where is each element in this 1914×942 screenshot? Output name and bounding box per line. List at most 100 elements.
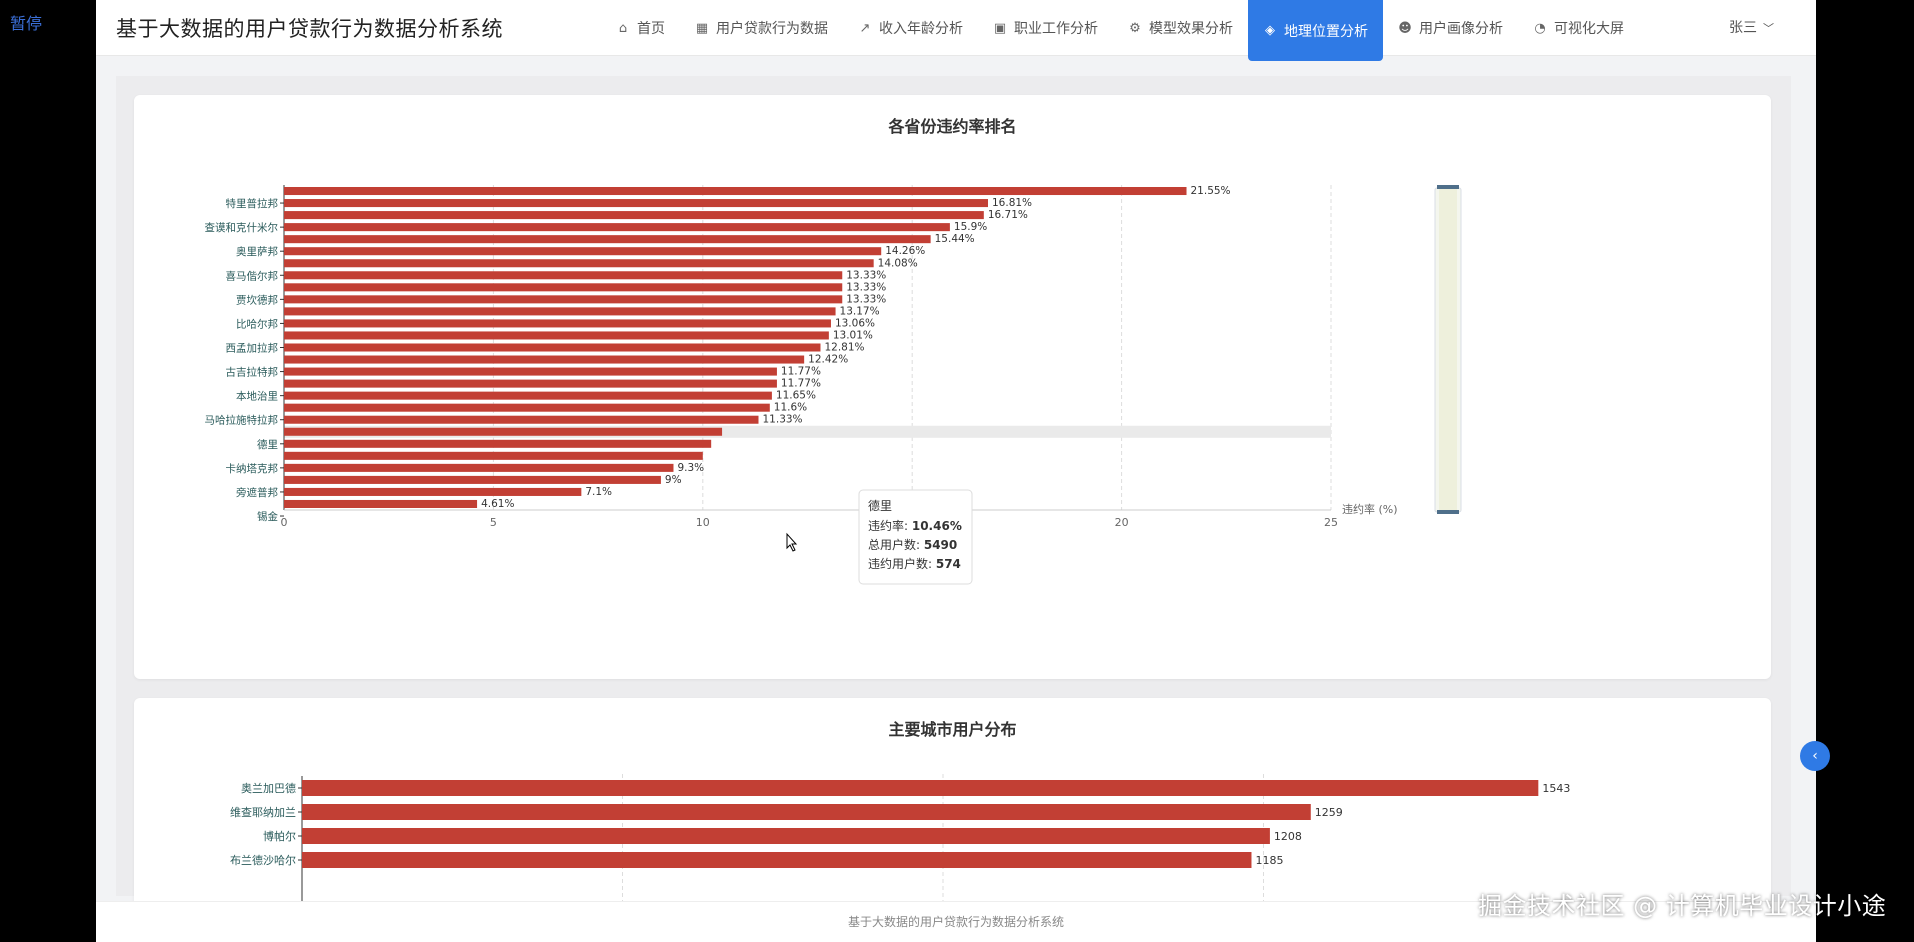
bar-value-label: 11.65% [776,390,816,402]
nav-item-5[interactable]: ◈ 地理位置分析 [1248,0,1383,61]
bar [284,271,843,280]
user-menu[interactable]: 张三 ﹀ [1729,17,1774,37]
bar [284,319,831,328]
tooltip-row-value: 10.46% [912,519,962,533]
nav-item-label: 首页 [637,21,665,37]
y-tick-label: 旁遮普邦 [236,486,278,499]
x-axis-name: 违约率 (%) [1342,502,1398,516]
province-default-rate-card: 各省份违约率排名 051015202521.55%16.81%16.71%15.… [134,95,1771,679]
y-tick-label: 布兰德沙哈尔 [230,853,296,867]
watermark: 掘金技术社区 @ 计算机毕业设计小途 [1478,892,1887,920]
x-tick-label: 10 [696,516,710,529]
line-chart-icon: ↗ [859,20,871,36]
bar-value-label: 4.61% [481,498,514,510]
bar-value-label: 16.81% [992,197,1032,209]
chevron-down-icon: ﹀ [1763,22,1774,35]
bar [302,804,1311,820]
bar [284,355,805,364]
bar-value-label: 14.08% [878,257,918,269]
y-tick-label: 维查耶纳加兰 [230,805,296,819]
bar-value-label: 9% [665,474,682,486]
pause-label[interactable]: 暂停 [10,10,42,34]
bar [284,247,882,256]
nav-item-label: 职业工作分析 [1014,21,1098,37]
y-tick-label: 锡金 [257,510,278,523]
y-tick-label: 查谟和克什米尔 [205,221,279,234]
nav-item-6[interactable]: ☻ 用户画像分析 [1383,0,1518,56]
app-title: 基于大数据的用户贷款行为数据分析系统 [116,17,503,41]
nav-item-label: 收入年龄分析 [879,21,963,37]
bar-value-label: 1259 [1315,806,1343,819]
bar-value-label: 16.71% [988,209,1028,221]
nav-item-label: 用户画像分析 [1419,21,1503,37]
x-tick-label: 25 [1324,516,1338,529]
bar-value-label: 1543 [1542,782,1570,795]
bar-value-label: 12.81% [824,342,864,354]
y-tick-label: 奥里萨邦 [236,245,278,258]
nav-item-2[interactable]: ↗ 收入年龄分析 [843,0,978,56]
bar [284,283,843,292]
users-icon: ☻ [1398,20,1412,36]
bar [284,439,712,448]
nav-item-7[interactable]: ◔ 可视化大屏 [1518,0,1639,56]
app-window: 基于大数据的用户贷款行为数据分析系统 ⌂ 首页 ▦ 用户贷款行为数据 ↗ 收入年龄分析 ▣ 职… [96,0,1816,942]
bar-value-label: 7.1% [585,486,612,498]
bar [302,852,1252,868]
tooltip-row-value: 574 [936,557,961,571]
bar-value-label: 14.26% [885,245,925,257]
bar [284,499,478,508]
bar-value-label: 13.33% [846,293,886,305]
bar [284,403,770,412]
nav-item-1[interactable]: ▦ 用户贷款行为数据 [680,0,843,56]
chevron-left-icon: ‹ [1812,748,1818,764]
y-tick-label: 奥兰加巴德 [241,781,296,795]
data-zoom-handle-bottom [1437,510,1459,514]
bar [284,295,843,304]
tooltip-title: 德里 [868,498,892,513]
bar-value-label: 13.01% [833,329,873,341]
nav-item-3[interactable]: ▣ 职业工作分析 [978,0,1113,56]
nav-item-label: 用户贷款行为数据 [716,21,828,37]
bar [284,367,777,376]
bar [284,463,674,472]
bar [302,780,1539,796]
bar [284,451,703,460]
y-tick-label: 马哈拉施特拉邦 [205,414,279,427]
y-tick-label: 西孟加拉邦 [226,342,279,355]
mouse-cursor-icon [786,532,798,552]
table-icon: ▦ [695,20,709,36]
bar [284,235,931,244]
pie-icon: ◔ [1534,20,1546,36]
province-default-rate-chart[interactable]: 051015202521.55%16.81%16.71%15.9%15.44%1… [134,95,1771,679]
bar-value-label: 11.33% [763,414,803,426]
nav-item-0[interactable]: ⌂ 首页 [601,0,680,56]
y-tick-label: 卡纳塔克邦 [226,462,279,475]
collapse-toggle-button[interactable]: ‹ [1800,741,1830,771]
y-tick-label: 特里普拉邦 [226,197,279,210]
y-tick-label: 贾坎德邦 [236,293,278,306]
data-zoom-handle-top [1437,185,1459,189]
bar-value-label: 1208 [1274,830,1302,843]
bar-value-label: 11.6% [774,402,807,414]
nav-item-label: 地理位置分析 [1284,23,1368,40]
bar [284,427,723,436]
nav-item-label: 可视化大屏 [1554,21,1624,37]
main-nav: ⌂ 首页 ▦ 用户贷款行为数据 ↗ 收入年龄分析 ▣ 职业工作分析 ⚙ 模型效果分析 ◈ 地理位置分析… [601,0,1639,61]
bar [284,391,772,400]
home-icon: ⌂ [618,20,628,36]
gears-icon: ⚙ [1129,20,1141,36]
bar-value-label: 9.3% [677,462,704,474]
bar [284,307,836,316]
nav-item-label: 模型效果分析 [1149,21,1233,37]
bar [284,259,874,268]
bar [284,475,661,484]
tooltip-row-label: 总用户数: 5490 [868,537,957,552]
map-icon: ◈ [1265,23,1275,38]
briefcase-icon: ▣ [993,20,1007,36]
tooltip-row-value: 5490 [924,538,957,552]
bar-value-label: 13.33% [846,269,886,281]
tooltip-row-label: 违约用户数: 574 [868,556,961,571]
bar-value-label: 13.33% [846,281,886,293]
bar-value-label: 15.9% [954,221,987,233]
nav-item-4[interactable]: ⚙ 模型效果分析 [1113,0,1248,56]
